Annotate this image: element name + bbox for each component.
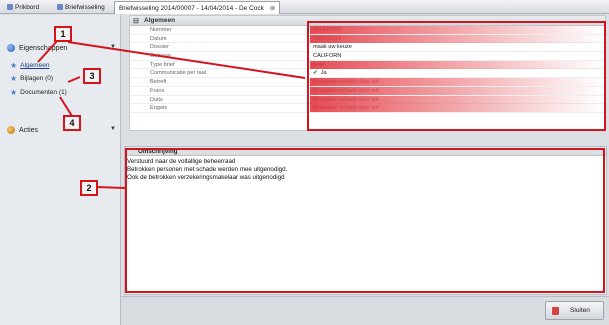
callout-4: 4	[63, 115, 81, 131]
annotation-lines	[37, 39, 306, 189]
callout-3: 3	[83, 68, 101, 84]
callout-2: 2	[80, 180, 98, 196]
callout-1: 1	[54, 26, 72, 42]
